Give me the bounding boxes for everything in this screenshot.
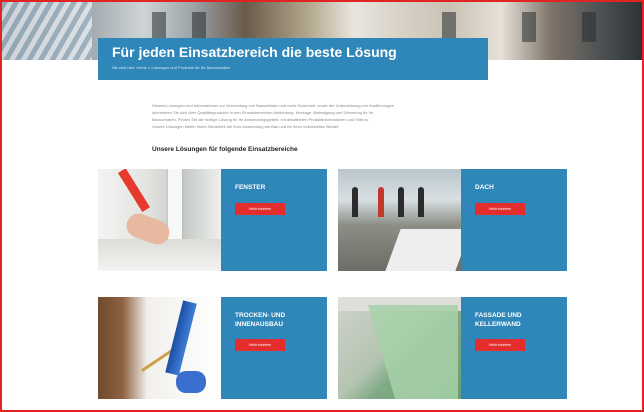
breadcrumb[interactable]: Sie sind hier: Home > Lösungen und Produ… [112, 65, 230, 70]
more-info-button[interactable]: Mehr erfahren [235, 339, 285, 351]
card-trockenbau[interactable]: TROCKEN- UND INNENAUSBAU Mehr erfahren [98, 297, 327, 399]
green-wall-shape [368, 305, 458, 399]
worker-shape [418, 187, 424, 217]
intro-line: informieren Sie sich über Qualitätsprodu… [152, 110, 374, 115]
worker-shape [398, 187, 404, 217]
worker-shape [378, 187, 384, 217]
hero-window [522, 12, 536, 42]
worker-shape [352, 187, 358, 217]
card-fassade[interactable]: FASSADE UND KELLERWAND Mehr erfahren [338, 297, 567, 399]
insulation-board-shape [385, 229, 461, 271]
card-panel: FENSTER Mehr erfahren [221, 169, 327, 271]
intro-line: Bauvorhaben. Finden Sie die richtige Lös… [152, 117, 369, 122]
card-panel: FASSADE UND KELLERWAND Mehr erfahren [461, 297, 567, 399]
card-photo-fenster [98, 169, 221, 271]
more-info-button[interactable]: Mehr erfahren [235, 203, 285, 215]
sealant-can-shape [118, 169, 151, 213]
glove-shape [176, 371, 206, 393]
card-label: TROCKEN- UND INNENAUSBAU [235, 312, 286, 328]
more-info-button[interactable]: Mehr erfahren [475, 339, 525, 351]
intro-text: Hinweis-Lösungen und Informationen zur V… [152, 102, 512, 130]
card-panel: DACH Mehr erfahren [461, 169, 567, 271]
foam-can-shape [165, 300, 197, 376]
card-label: FENSTER [235, 184, 266, 191]
card-photo-fassade [338, 297, 461, 399]
card-dach[interactable]: DACH Mehr erfahren [338, 169, 567, 271]
page-title: Für jeden Einsatzbereich die beste Lösun… [112, 44, 397, 60]
card-label: FASSADE UND KELLERWAND [475, 312, 522, 328]
title-banner: Für jeden Einsatzbereich die beste Lösun… [98, 38, 488, 80]
card-photo-dach [338, 169, 461, 271]
page-frame: Für jeden Einsatzbereich die beste Lösun… [0, 0, 644, 412]
hero-decor-stripe [2, 2, 92, 60]
hero-window [582, 12, 596, 42]
card-fenster[interactable]: FENSTER Mehr erfahren [98, 169, 327, 271]
intro-line: Unsere Lösungen bieten Ihnen Sicherheit … [152, 124, 340, 129]
intro-line: Hinweis-Lösungen und Informationen zur V… [152, 103, 394, 108]
more-info-button[interactable]: Mehr erfahren [475, 203, 525, 215]
section-heading: Unsere Lösungen für folgende Einsatzbere… [152, 146, 298, 153]
card-panel: TROCKEN- UND INNENAUSBAU Mehr erfahren [221, 297, 327, 399]
card-photo-trockenbau [98, 297, 221, 399]
card-label: DACH [475, 184, 494, 191]
